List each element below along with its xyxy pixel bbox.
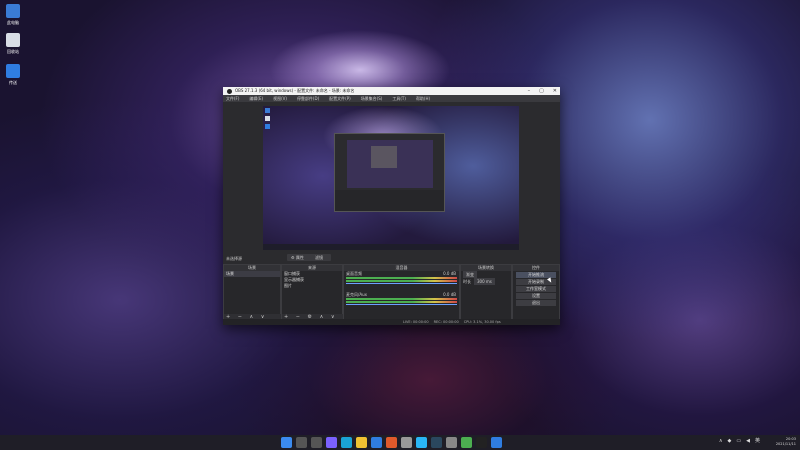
chevron-up-icon[interactable]: ∧ [719, 438, 723, 444]
volume-slider[interactable] [346, 283, 457, 284]
app-icon[interactable] [491, 437, 502, 448]
no-source-selected-label: 未选择源 [226, 256, 242, 261]
taskbar-clock[interactable]: 20:03 2021/11/11 [776, 437, 796, 447]
gear-icon: ⚙ [291, 255, 295, 260]
audio-meter [346, 298, 457, 300]
input-language[interactable]: 英 [755, 437, 760, 444]
sources-dock: 来源 窗口捕获 显示器捕获 图片 + − ⚙ ∧ ∨ [281, 264, 344, 321]
menu-tools[interactable]: 工具(T) [392, 95, 406, 102]
taskbar: ∧ ◆ ▭ ◀ 英 20:03 2021/11/11 [0, 435, 800, 450]
controls-dock: 控件 开始推流 开始录制 工作室模式 设置 退出 [512, 264, 560, 321]
status-bar: LIVE: 00:00:00 REC: 00:00:00 CPU: 3.1%, … [223, 319, 560, 325]
chat-icon[interactable] [326, 437, 337, 448]
source-item[interactable]: 图片 [282, 283, 342, 289]
transfer-app-icon [6, 64, 20, 78]
preview-taskbar [263, 244, 519, 250]
desktop-icon-recycle-bin[interactable]: 回收站 [2, 33, 24, 55]
preview-canvas[interactable] [263, 106, 519, 250]
clock-date: 2021/11/11 [775, 442, 796, 446]
app-icon[interactable] [416, 437, 427, 448]
desktop-icon-label: 传送 [9, 80, 17, 85]
duration-input[interactable]: 300 ms [474, 278, 495, 285]
duration-label: 时长 [463, 279, 471, 284]
volume-slider[interactable] [346, 304, 457, 305]
menu-file[interactable]: 文件(F) [226, 95, 239, 102]
mixer-dock: 混音器 桌面音频 0.0 dB 麦克风/Aux 0.0 dB [343, 264, 460, 321]
system-tray: ∧ ◆ ▭ ◀ 英 [719, 437, 760, 445]
desktop-icon-label: 回收站 [7, 49, 19, 54]
filters-button[interactable]: 滤镜 [315, 254, 323, 261]
app-icon[interactable] [386, 437, 397, 448]
network-icon[interactable]: ▭ [736, 438, 741, 444]
menu-scene-collection[interactable]: 场景集合(S) [361, 95, 383, 102]
obs-window: OBS 27.1.3 (64 bit, windows) - 配置文件: 未命名… [223, 87, 560, 325]
close-button[interactable]: ✕ [553, 87, 557, 95]
controls-header: 控件 [513, 265, 559, 271]
desktop-icon-label: 此电脑 [7, 20, 19, 25]
shield-icon[interactable]: ◆ [728, 438, 732, 444]
maximize-button[interactable]: ▢ [539, 87, 544, 95]
nested-obs-capture [334, 133, 445, 212]
nested-docks [335, 190, 444, 211]
taskbar-apps [281, 437, 502, 448]
menu-bar: 文件(F) 编辑(E) 视图(V) 停靠部件(D) 配置文件(P) 场景集合(S… [223, 95, 560, 102]
rec-status: REC: 00:00:00 [433, 320, 459, 324]
exit-button[interactable]: 退出 [516, 300, 556, 306]
mixer-channel-name: 桌面音频 0.0 dB [344, 271, 459, 276]
transitions-dock: 场景转换 渐变 时长 300 ms [460, 264, 512, 321]
mixer-channel-level: 0.0 dB [443, 271, 456, 276]
store-icon[interactable] [371, 437, 382, 448]
mixer-channel-name: 麦克风/Aux 0.0 dB [344, 292, 459, 297]
preview-desktop-icon [265, 124, 270, 129]
audio-meter [346, 280, 457, 282]
windows-start-icon[interactable] [281, 437, 292, 448]
explorer-icon[interactable] [356, 437, 367, 448]
desktop-icon-computer[interactable]: 此电脑 [2, 4, 24, 26]
app-icon[interactable] [446, 437, 457, 448]
menu-help[interactable]: 帮助(H) [416, 95, 430, 102]
computer-icon [6, 4, 20, 18]
window-titlebar[interactable]: OBS 27.1.3 (64 bit, windows) - 配置文件: 未命名… [223, 87, 560, 95]
app-icon[interactable] [401, 437, 412, 448]
desktop-icon-transfer[interactable]: 传送 [2, 64, 24, 86]
recycle-bin-icon [6, 33, 20, 47]
preview-desktop-icon [265, 116, 270, 121]
nested-preview-inner [371, 146, 397, 168]
studio-mode-button[interactable]: 工作室模式 [516, 286, 556, 292]
properties-button[interactable]: ⚙ 属性 [287, 254, 331, 261]
preview-desktop-icon [265, 108, 270, 113]
app-icon[interactable] [461, 437, 472, 448]
obs-logo-icon [227, 88, 232, 94]
menu-profile[interactable]: 配置文件(P) [329, 95, 351, 102]
cpu-status: CPU: 3.1%, 30.00 fps [463, 320, 501, 324]
window-title: OBS 27.1.3 (64 bit, windows) - 配置文件: 未命名… [235, 88, 355, 93]
live-status: LIVE: 00:00:00 [403, 320, 429, 324]
scene-item[interactable]: 场景 [224, 271, 280, 277]
volume-icon[interactable]: ◀ [746, 438, 750, 444]
mixer-channel-level: 0.0 dB [443, 292, 456, 297]
settings-button[interactable]: 设置 [516, 293, 556, 299]
search-icon[interactable] [296, 437, 307, 448]
task-view-icon[interactable] [311, 437, 322, 448]
edge-icon[interactable] [341, 437, 352, 448]
scenes-dock: 场景 场景 + − ∧ ∨ [223, 264, 282, 321]
menu-edit[interactable]: 编辑(E) [249, 95, 263, 102]
audio-meter [346, 301, 457, 303]
menu-docks[interactable]: 停靠部件(D) [297, 95, 319, 102]
properties-label: 属性 [295, 255, 304, 260]
transition-type-select[interactable]: 渐变 [463, 271, 477, 278]
menu-view[interactable]: 视图(V) [273, 95, 287, 102]
steam-icon[interactable] [431, 437, 442, 448]
obs-icon[interactable] [476, 437, 487, 448]
minimize-button[interactable]: – [528, 87, 531, 95]
audio-meter [346, 277, 457, 279]
